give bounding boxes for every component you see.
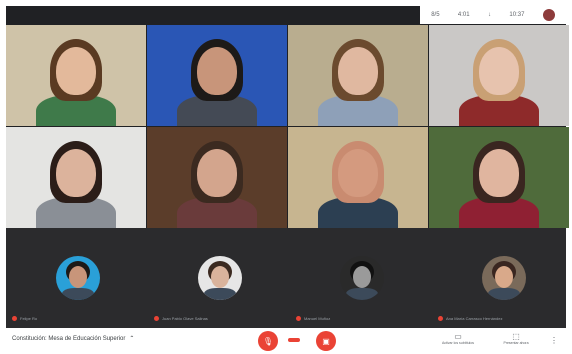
video-tile[interactable] xyxy=(6,25,146,126)
participant-face xyxy=(56,47,96,95)
captions-label: Activar los subtítulos xyxy=(441,341,475,345)
chevron-up-icon: ⌃ xyxy=(129,336,135,342)
thumbnail-name: Juan Pablo Olave Salinas xyxy=(154,316,208,321)
thumbnail-body xyxy=(62,288,94,300)
mic-muted-icon xyxy=(154,316,159,321)
video-tile[interactable] xyxy=(429,127,569,228)
end-call-button[interactable] xyxy=(288,338,300,342)
captions-icon: ▭ xyxy=(454,332,462,341)
participants-grid xyxy=(6,25,569,228)
video-tile[interactable] xyxy=(147,25,287,126)
present-icon: ⬚ xyxy=(512,332,520,341)
mic-toggle-button[interactable]: 🎙 xyxy=(258,331,278,351)
thumbnail-face xyxy=(69,266,87,288)
thumbnail-name-text: Juan Pablo Olave Salinas xyxy=(162,316,208,321)
participant-face xyxy=(479,47,519,95)
video-tile[interactable] xyxy=(288,25,428,126)
thumbnail-face xyxy=(211,266,229,288)
meeting-title[interactable]: Constitución: Mesa de Educación Superior… xyxy=(12,335,134,342)
camera-toggle-button[interactable]: ▣ xyxy=(316,331,336,351)
mic-muted-icon xyxy=(12,316,17,321)
status-item: 8/5 xyxy=(431,12,440,18)
status-item: 4:01 xyxy=(457,12,470,18)
thumbnail-name-text: Manuel Muñoz xyxy=(304,316,331,321)
thumbnail-body xyxy=(346,288,378,300)
thumbnail-name: Ana María Carrasco Hernández xyxy=(438,316,502,321)
participant-thumbnail[interactable] xyxy=(56,256,100,300)
participant-face xyxy=(197,47,237,95)
video-tile[interactable] xyxy=(147,127,287,228)
mic-muted-icon xyxy=(438,316,443,321)
camera-off-icon: ▣ xyxy=(322,336,330,346)
participant-thumbnail[interactable] xyxy=(340,256,384,300)
video-tile[interactable] xyxy=(429,25,569,126)
thumbnail-name-text: Felipe Ro xyxy=(20,316,38,321)
participant-face xyxy=(338,149,378,197)
present-label: Presentar ahora xyxy=(503,341,529,345)
status-item: 10:37 xyxy=(509,12,525,18)
participant-thumbnail[interactable] xyxy=(198,256,242,300)
status-bar: 8/5 4:01 ↓ 10:37 xyxy=(420,6,566,24)
thumbnail-face xyxy=(353,266,371,288)
thumbnail-body xyxy=(204,288,236,300)
meeting-title-text: Constitución: Mesa de Educación Superior xyxy=(12,336,126,342)
participant-thumbnail[interactable] xyxy=(482,256,526,300)
participant-face xyxy=(479,149,519,197)
thumbnail-name: Felipe Ro xyxy=(12,316,37,321)
video-tile[interactable] xyxy=(6,127,146,228)
participant-face xyxy=(338,47,378,95)
thumbnail-body xyxy=(488,288,520,300)
bottom-bar: Constitución: Mesa de Educación Superior… xyxy=(6,328,566,352)
thumbnail-name: Manuel Muñoz xyxy=(296,316,330,321)
thumbnail-face xyxy=(495,266,513,288)
participant-face xyxy=(56,149,96,197)
captions-button[interactable]: ▭ Activar los subtítulos xyxy=(434,332,482,345)
mic-muted-icon xyxy=(296,316,301,321)
video-tile[interactable] xyxy=(288,127,428,228)
thumbnail-name-text: Ana María Carrasco Hernández xyxy=(446,316,503,321)
participant-thumbnails: Felipe Ro Juan Pablo Olave Salinas Manuel … xyxy=(6,228,566,328)
more-options-icon[interactable]: ⋮ xyxy=(550,336,558,345)
status-item: ↓ xyxy=(488,12,491,18)
user-avatar[interactable] xyxy=(542,9,555,21)
present-button[interactable]: ⬚ Presentar ahora xyxy=(492,332,540,345)
mic-off-icon: 🎙 xyxy=(262,336,274,346)
participant-face xyxy=(197,149,237,197)
